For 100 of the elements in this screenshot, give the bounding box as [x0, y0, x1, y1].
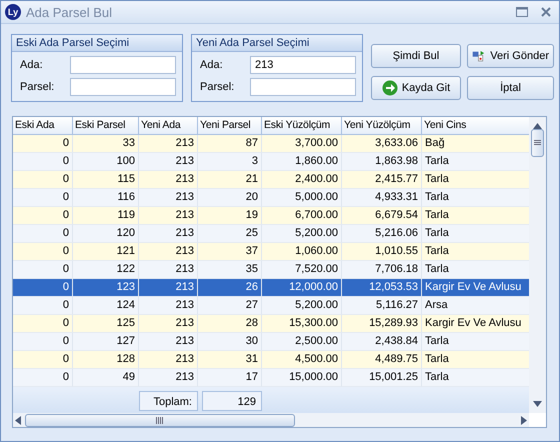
table-row[interactable]: 0 124 213 27 5,200.00 5,116.27 Arsa: [13, 297, 529, 315]
horizontal-scrollbar[interactable]: [13, 413, 529, 427]
table-cell: 26: [198, 279, 262, 297]
table-cell: Tarla: [422, 207, 529, 225]
table-cell: 37: [198, 243, 262, 261]
table-cell: 31: [198, 351, 262, 369]
table-cell: 21: [198, 171, 262, 189]
table-row[interactable]: 0 122 213 35 7,520.00 7,706.18 Tarla: [13, 261, 529, 279]
table-cell: 213: [139, 225, 198, 243]
column-header[interactable]: Yeni Cins: [422, 117, 529, 135]
table-cell: 0: [13, 297, 73, 315]
table-cell: Tarla: [422, 369, 529, 387]
column-header[interactable]: Yeni Ada: [139, 117, 198, 135]
table-cell: 6,700.00: [262, 207, 342, 225]
table-row[interactable]: 0 125 213 28 15,300.00 15,289.93 Kargir Ev Ve Avlusu: [13, 315, 529, 333]
table-row[interactable]: 0 115 213 21 2,400.00 2,415.77 Tarla: [13, 171, 529, 189]
table-cell: 5,200.00: [262, 225, 342, 243]
input-field[interactable]: 213: [250, 56, 356, 74]
table-cell: 213: [139, 171, 198, 189]
column-header[interactable]: Yeni Parsel: [198, 117, 262, 135]
table-cell: 27: [198, 297, 262, 315]
action-button[interactable]: Şimdi Bul: [371, 44, 461, 68]
action-button[interactable]: Veri Gönder: [467, 44, 554, 68]
table-cell: 15,300.00: [262, 315, 342, 333]
table-cell: Tarla: [422, 189, 529, 207]
table-row[interactable]: 0 119 213 19 6,700.00 6,679.54 Tarla: [13, 207, 529, 225]
table-cell: 0: [13, 261, 73, 279]
image-arrow-icon: [472, 48, 486, 64]
field-label: Parsel:: [200, 81, 236, 93]
column-header[interactable]: Eski Yüzölçüm: [262, 117, 342, 135]
table-cell: 0: [13, 171, 73, 189]
table-cell: 25: [198, 225, 262, 243]
table-cell: 213: [139, 261, 198, 279]
group-title: Yeni Ada Parsel Seçimi: [192, 35, 362, 52]
table-row[interactable]: 0 128 213 31 4,500.00 4,489.75 Tarla: [13, 351, 529, 369]
column-header[interactable]: Eski Ada: [13, 117, 73, 135]
left-arrow-icon[interactable]: [15, 416, 21, 424]
field-label: Ada:: [20, 59, 44, 71]
maximize-icon[interactable]: [516, 7, 528, 17]
table-row[interactable]: 0 116 213 20 5,000.00 4,933.31 Tarla: [13, 189, 529, 207]
right-arrow-icon[interactable]: [521, 416, 527, 424]
table-row[interactable]: 0 121 213 37 1,060.00 1,010.55 Tarla: [13, 243, 529, 261]
table-cell: Bağ: [422, 135, 529, 153]
table-cell: 20: [198, 189, 262, 207]
table-cell: 3,700.00: [262, 135, 342, 153]
table-cell: 0: [13, 369, 73, 387]
table-cell: Kargir Ev Ve Avlusu: [422, 315, 529, 333]
table-cell: Arsa: [422, 297, 529, 315]
table-cell: 213: [139, 189, 198, 207]
input-field[interactable]: [250, 78, 356, 96]
table-cell: 12,053.53: [342, 279, 422, 297]
table-row[interactable]: 0 123 213 26 12,000.00 12,053.53 Kargir Ev Ve Avlusu: [13, 279, 529, 297]
table-cell: 7,520.00: [262, 261, 342, 279]
scroll-thumb[interactable]: [531, 129, 544, 157]
action-button[interactable]: Kayda Git: [371, 76, 461, 100]
table-cell: 0: [13, 153, 73, 171]
table-cell: Tarla: [422, 261, 529, 279]
table-cell: Tarla: [422, 333, 529, 351]
table-cell: 17: [198, 369, 262, 387]
group-title: Eski Ada Parsel Seçimi: [12, 35, 182, 52]
table-cell: 2,415.77: [342, 171, 422, 189]
table-cell: 2,400.00: [262, 171, 342, 189]
table-cell: 15,289.93: [342, 315, 422, 333]
table-cell: 0: [13, 189, 73, 207]
table-cell: 0: [13, 243, 73, 261]
down-arrow-icon[interactable]: [533, 401, 542, 407]
input-field[interactable]: [70, 78, 176, 96]
table-cell: 49: [73, 369, 139, 387]
table-row[interactable]: 0 49 213 17 15,000.00 15,001.25 Tarla: [13, 369, 529, 387]
action-button[interactable]: İptal: [467, 76, 554, 100]
vertical-scrollbar[interactable]: [529, 117, 546, 413]
table-cell: 35: [198, 261, 262, 279]
column-header[interactable]: Yeni Yüzölçüm: [342, 117, 422, 135]
table-cell: 3: [198, 153, 262, 171]
table-cell: 116: [73, 189, 139, 207]
table-cell: 121: [73, 243, 139, 261]
table-cell: 119: [73, 207, 139, 225]
table-cell: 115: [73, 171, 139, 189]
table-row[interactable]: 0 33 213 87 3,700.00 3,633.06 Bağ: [13, 135, 529, 153]
footer-label: Toplam:: [139, 391, 198, 411]
up-arrow-icon[interactable]: [533, 123, 542, 129]
table-row[interactable]: 0 127 213 30 2,500.00 2,438.84 Tarla: [13, 333, 529, 351]
table-cell: 0: [13, 279, 73, 297]
scroll-thumb[interactable]: [25, 414, 295, 426]
table-cell: 122: [73, 261, 139, 279]
table-cell: 128: [73, 351, 139, 369]
table-cell: Tarla: [422, 171, 529, 189]
table-row[interactable]: 0 100 213 3 1,860.00 1,863.98 Tarla: [13, 153, 529, 171]
table-cell: 124: [73, 297, 139, 315]
table-cell: 15,000.00: [262, 369, 342, 387]
table-cell: 213: [139, 315, 198, 333]
table-cell: 1,863.98: [342, 153, 422, 171]
table-cell: 28: [198, 315, 262, 333]
close-icon[interactable]: [539, 7, 553, 17]
table-cell: 213: [139, 243, 198, 261]
table-row[interactable]: 0 120 213 25 5,200.00 5,216.06 Tarla: [13, 225, 529, 243]
column-header[interactable]: Eski Parsel: [73, 117, 139, 135]
table-cell: 120: [73, 225, 139, 243]
input-field[interactable]: [70, 56, 176, 74]
table-cell: 1,010.55: [342, 243, 422, 261]
